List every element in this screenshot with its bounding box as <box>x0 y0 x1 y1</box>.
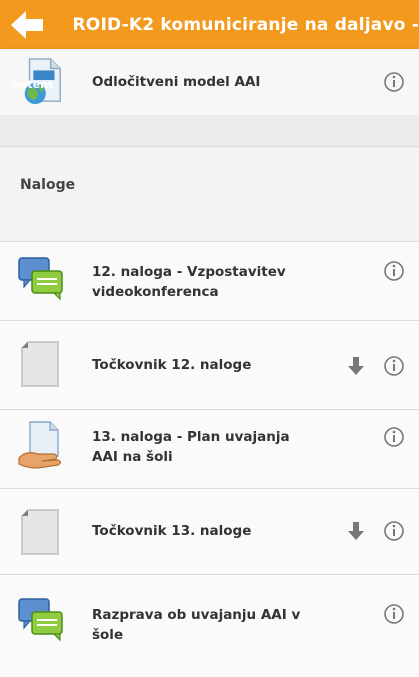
item-label: 12. naloga - Vzpostavitev videokonferenc… <box>92 262 286 302</box>
info-circle-icon[interactable] <box>383 71 405 93</box>
file-icon <box>21 341 59 387</box>
chat-bubbles-icon <box>18 257 63 301</box>
list-item-tockovnik-12[interactable]: Točkovnik 12. naloge <box>0 321 419 409</box>
item-label-line1: Točkovnik 13. naloge <box>92 523 252 539</box>
list-item-tockovnik-13[interactable]: Točkovnik 13. naloge <box>0 489 419 574</box>
info-circle-icon[interactable] <box>383 426 405 448</box>
item-label-line1: Točkovnik 12. naloge <box>92 357 252 373</box>
info-circle-icon[interactable] <box>383 260 405 282</box>
spacer <box>0 115 419 146</box>
list-item-naloga-12[interactable]: 12. naloga - Vzpostavitev videokonferenc… <box>0 242 419 320</box>
web-page-icon-text: ontent <box>12 78 54 91</box>
item-label-line1: 13. naloga - Plan uvajanja <box>92 429 290 445</box>
app-bar-title: ROID-K2 komuniciranje na daljavo - <box>72 14 419 35</box>
item-label: Točkovnik 12. naloge <box>92 355 251 375</box>
file-icon <box>21 509 59 555</box>
item-label-line2: AAI na šoli <box>92 449 173 465</box>
download-arrow-icon[interactable] <box>345 520 367 542</box>
item-label: Točkovnik 13. naloge <box>92 521 251 541</box>
item-label: Razprava ob uvajanju AAI v šole <box>92 605 300 645</box>
item-label-line1: Razprava ob uvajanju AAI v <box>92 607 301 623</box>
assignment-hand-icon <box>18 421 62 469</box>
list-item-naloga-13[interactable]: 13. naloga - Plan uvajanja AAI na šoli <box>0 410 419 488</box>
section-header: Naloge <box>0 147 419 241</box>
list-item-odlocitveni-model[interactable]: ontent Odločitveni model AAI <box>0 49 419 115</box>
info-circle-icon[interactable] <box>383 355 405 377</box>
item-label: 13. naloga - Plan uvajanja AAI na šoli <box>92 427 290 467</box>
back-button[interactable] <box>0 0 55 49</box>
chat-bubbles-icon <box>18 598 63 642</box>
item-label: Odločitveni model AAI <box>92 74 261 90</box>
item-label-line2: videokonferenca <box>92 284 219 300</box>
download-arrow-icon[interactable] <box>345 355 367 377</box>
arrow-left-icon <box>11 10 44 39</box>
info-circle-icon[interactable] <box>383 520 405 542</box>
app-bar: ROID-K2 komuniciranje na daljavo - <box>0 0 419 49</box>
info-circle-icon[interactable] <box>383 603 405 625</box>
list-item-razprava[interactable]: Razprava ob uvajanju AAI v šole <box>0 575 419 677</box>
item-label-line1: 12. naloga - Vzpostavitev <box>92 264 286 280</box>
section-title: Naloge <box>20 177 76 193</box>
item-label-line2: šole <box>92 627 124 643</box>
